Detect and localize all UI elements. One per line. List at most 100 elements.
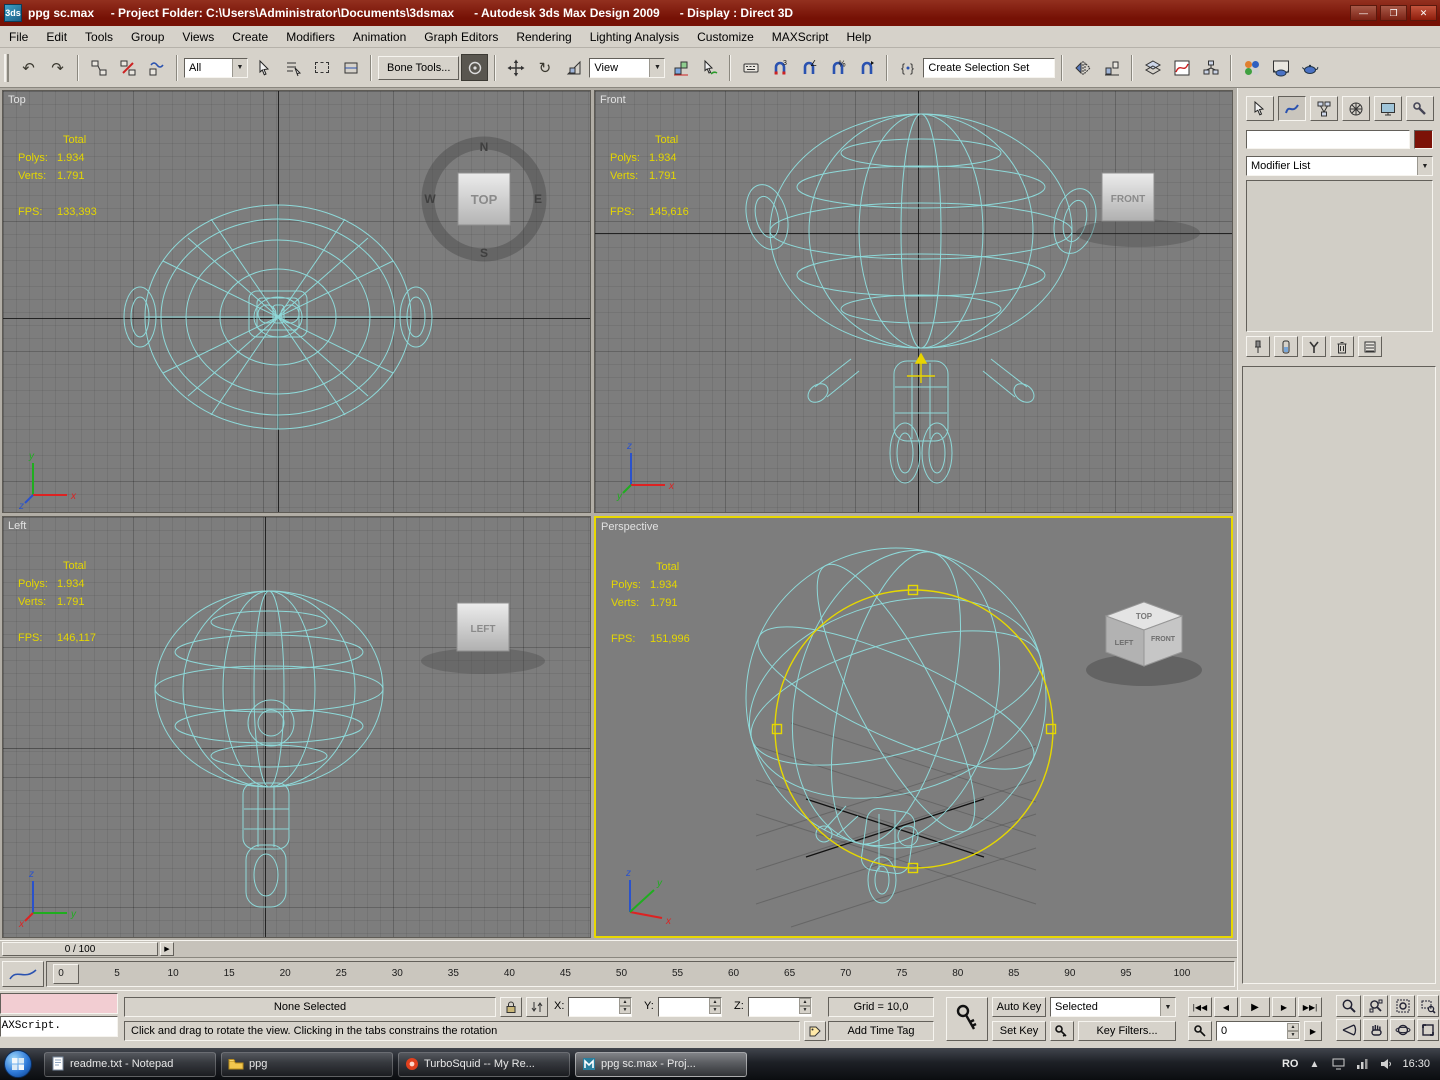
viewcube-face-label[interactable]: FRONT — [1111, 194, 1145, 205]
edit-named-selections-button[interactable]: {} — [894, 54, 921, 81]
next-key-button[interactable]: ▶ — [1304, 1021, 1322, 1041]
z-coordinate-field[interactable]: ▲ ▼ — [748, 997, 812, 1017]
add-time-tag[interactable]: Add Time Tag — [828, 1021, 934, 1041]
modifier-stack-list[interactable] — [1246, 180, 1433, 332]
tab-display[interactable] — [1374, 96, 1402, 121]
viewcube-face-label[interactable]: LEFT — [471, 624, 496, 635]
viewcube-3d[interactable]: TOP LEFT FRONT — [1066, 584, 1226, 696]
selection-filter-dropdown[interactable]: All ▼ — [184, 57, 248, 78]
zoom-button[interactable] — [1336, 995, 1361, 1017]
time-tag-button[interactable] — [804, 1021, 826, 1041]
field-of-view-button[interactable] — [1336, 1019, 1361, 1041]
remove-modifier-button[interactable] — [1330, 336, 1354, 357]
snaps-toggle-button[interactable] — [461, 54, 489, 81]
menu-views[interactable]: Views — [173, 27, 223, 47]
select-and-link-button[interactable] — [85, 54, 112, 81]
x-spinner[interactable]: ▲ ▼ — [619, 998, 631, 1016]
tab-hierarchy[interactable] — [1310, 96, 1338, 121]
unlink-selection-button[interactable] — [114, 54, 141, 81]
menu-rendering[interactable]: Rendering — [507, 27, 580, 47]
key-mode-dropdown[interactable]: Selected ▼ — [1050, 997, 1176, 1017]
current-frame-input[interactable] — [1217, 1025, 1277, 1037]
time-slider-handle[interactable]: 0 / 100 — [2, 942, 158, 956]
selection-lock-button[interactable] — [500, 997, 522, 1017]
select-object-button[interactable] — [250, 54, 277, 81]
taskbar-item-ppg-folder[interactable]: ppg — [221, 1051, 393, 1077]
volume-tray-icon[interactable] — [1378, 1056, 1394, 1072]
compass-east[interactable]: E — [534, 192, 542, 206]
compass-south[interactable]: S — [480, 246, 488, 260]
go-to-start-button[interactable]: |◀◀ — [1188, 997, 1212, 1017]
maximize-viewport-toggle[interactable] — [1417, 1019, 1439, 1041]
curve-editor-button[interactable] — [1168, 54, 1195, 81]
bone-tools-button[interactable]: Bone Tools... — [378, 55, 460, 80]
tab-modify[interactable] — [1278, 96, 1306, 121]
use-pivot-point-button[interactable] — [667, 54, 694, 81]
object-color-swatch[interactable] — [1414, 130, 1433, 149]
z-spinner[interactable]: ▲ ▼ — [799, 998, 811, 1016]
menu-file[interactable]: File — [0, 27, 37, 47]
menu-help[interactable]: Help — [837, 27, 880, 47]
y-spinner[interactable]: ▲ ▼ — [709, 998, 721, 1016]
previous-frame-button[interactable]: ◀ — [1214, 997, 1238, 1017]
tab-motion[interactable] — [1342, 96, 1370, 121]
menu-tools[interactable]: Tools — [76, 27, 122, 47]
key-filters-button[interactable]: Key Filters... — [1078, 1021, 1176, 1041]
select-and-rotate-button[interactable]: ↻ — [531, 54, 558, 81]
viewcube-face-label[interactable]: TOP — [471, 192, 498, 207]
display-tray-icon[interactable] — [1330, 1056, 1346, 1072]
restore-button[interactable]: ❐ — [1380, 5, 1407, 21]
schematic-view-button[interactable] — [1197, 54, 1224, 81]
select-and-move-button[interactable] — [502, 54, 529, 81]
x-coordinate-field[interactable]: ▲ ▼ — [568, 997, 632, 1017]
zoom-extents-button[interactable] — [1390, 995, 1415, 1017]
macro-recorder-line[interactable] — [0, 993, 118, 1014]
object-name-field[interactable] — [1246, 130, 1410, 149]
play-animation-button[interactable]: ▶ — [1240, 997, 1270, 1017]
undo-button[interactable]: ↶ — [15, 54, 42, 81]
menu-maxscript[interactable]: MAXScript — [763, 27, 838, 47]
mirror-button[interactable] — [1069, 54, 1096, 81]
layer-manager-button[interactable] — [1139, 54, 1166, 81]
maxscript-mini-listener[interactable]: MAXScript. — [0, 993, 118, 1037]
taskbar-item-3dsmax[interactable]: ppg sc.max - Proj... — [575, 1051, 747, 1077]
pan-view-button[interactable] — [1363, 1019, 1388, 1041]
viewport-label[interactable]: Top — [8, 94, 26, 106]
viewcube-top-label[interactable]: TOP — [1136, 612, 1153, 621]
viewport-perspective[interactable]: TOP LEFT FRONT Perspective Total Polys: 1… — [594, 516, 1233, 938]
absolute-offset-toggle[interactable] — [526, 997, 548, 1017]
select-and-manipulate-button[interactable] — [696, 54, 723, 81]
reference-coordinate-dropdown[interactable]: View ▼ — [589, 57, 666, 78]
compass-west[interactable]: W — [424, 192, 436, 206]
menu-graph-editors[interactable]: Graph Editors — [415, 27, 507, 47]
render-setup-button[interactable] — [1267, 54, 1294, 81]
network-tray-icon[interactable] — [1354, 1056, 1370, 1072]
taskbar-item-turbosquid[interactable]: TurboSquid -- My Re... — [398, 1051, 570, 1077]
viewcube-compass[interactable]: N E S W TOP — [414, 129, 554, 269]
window-crossing-button[interactable] — [337, 54, 364, 81]
toolbar-drag-handle[interactable] — [4, 53, 9, 82]
hidden-icons-button[interactable]: ▲ — [1306, 1056, 1322, 1072]
menu-modifiers[interactable]: Modifiers — [277, 27, 344, 47]
viewport-label[interactable]: Left — [8, 520, 26, 532]
menu-group[interactable]: Group — [122, 27, 173, 47]
make-unique-button[interactable] — [1302, 336, 1326, 357]
align-button[interactable] — [1098, 54, 1125, 81]
select-by-name-button[interactable] — [279, 54, 306, 81]
key-mode-toggle-button[interactable] — [1188, 1021, 1212, 1041]
viewport-left[interactable]: LEFT Left Total Polys: 1.934 Verts: 1.791 … — [2, 516, 591, 938]
show-end-result-button[interactable] — [1274, 336, 1298, 357]
named-selection-set-combo[interactable] — [923, 57, 1056, 78]
select-and-scale-button[interactable] — [560, 54, 587, 81]
viewport-label[interactable]: Perspective — [601, 521, 658, 533]
tab-create[interactable] — [1246, 96, 1274, 121]
minimize-button[interactable]: — — [1350, 5, 1377, 21]
angle-snap-button[interactable]: ∠ — [795, 54, 822, 81]
menu-edit[interactable]: Edit — [37, 27, 76, 47]
y-coordinate-field[interactable]: ▲ ▼ — [658, 997, 722, 1017]
tab-utilities[interactable] — [1406, 96, 1434, 121]
viewport-top[interactable]: N E S W TOP Top Total Polys: 1.934 Verts:… — [2, 90, 591, 513]
open-mini-curve-editor-button[interactable] — [2, 961, 44, 987]
viewport-label[interactable]: Front — [600, 94, 626, 106]
compass-north[interactable]: N — [480, 140, 489, 154]
